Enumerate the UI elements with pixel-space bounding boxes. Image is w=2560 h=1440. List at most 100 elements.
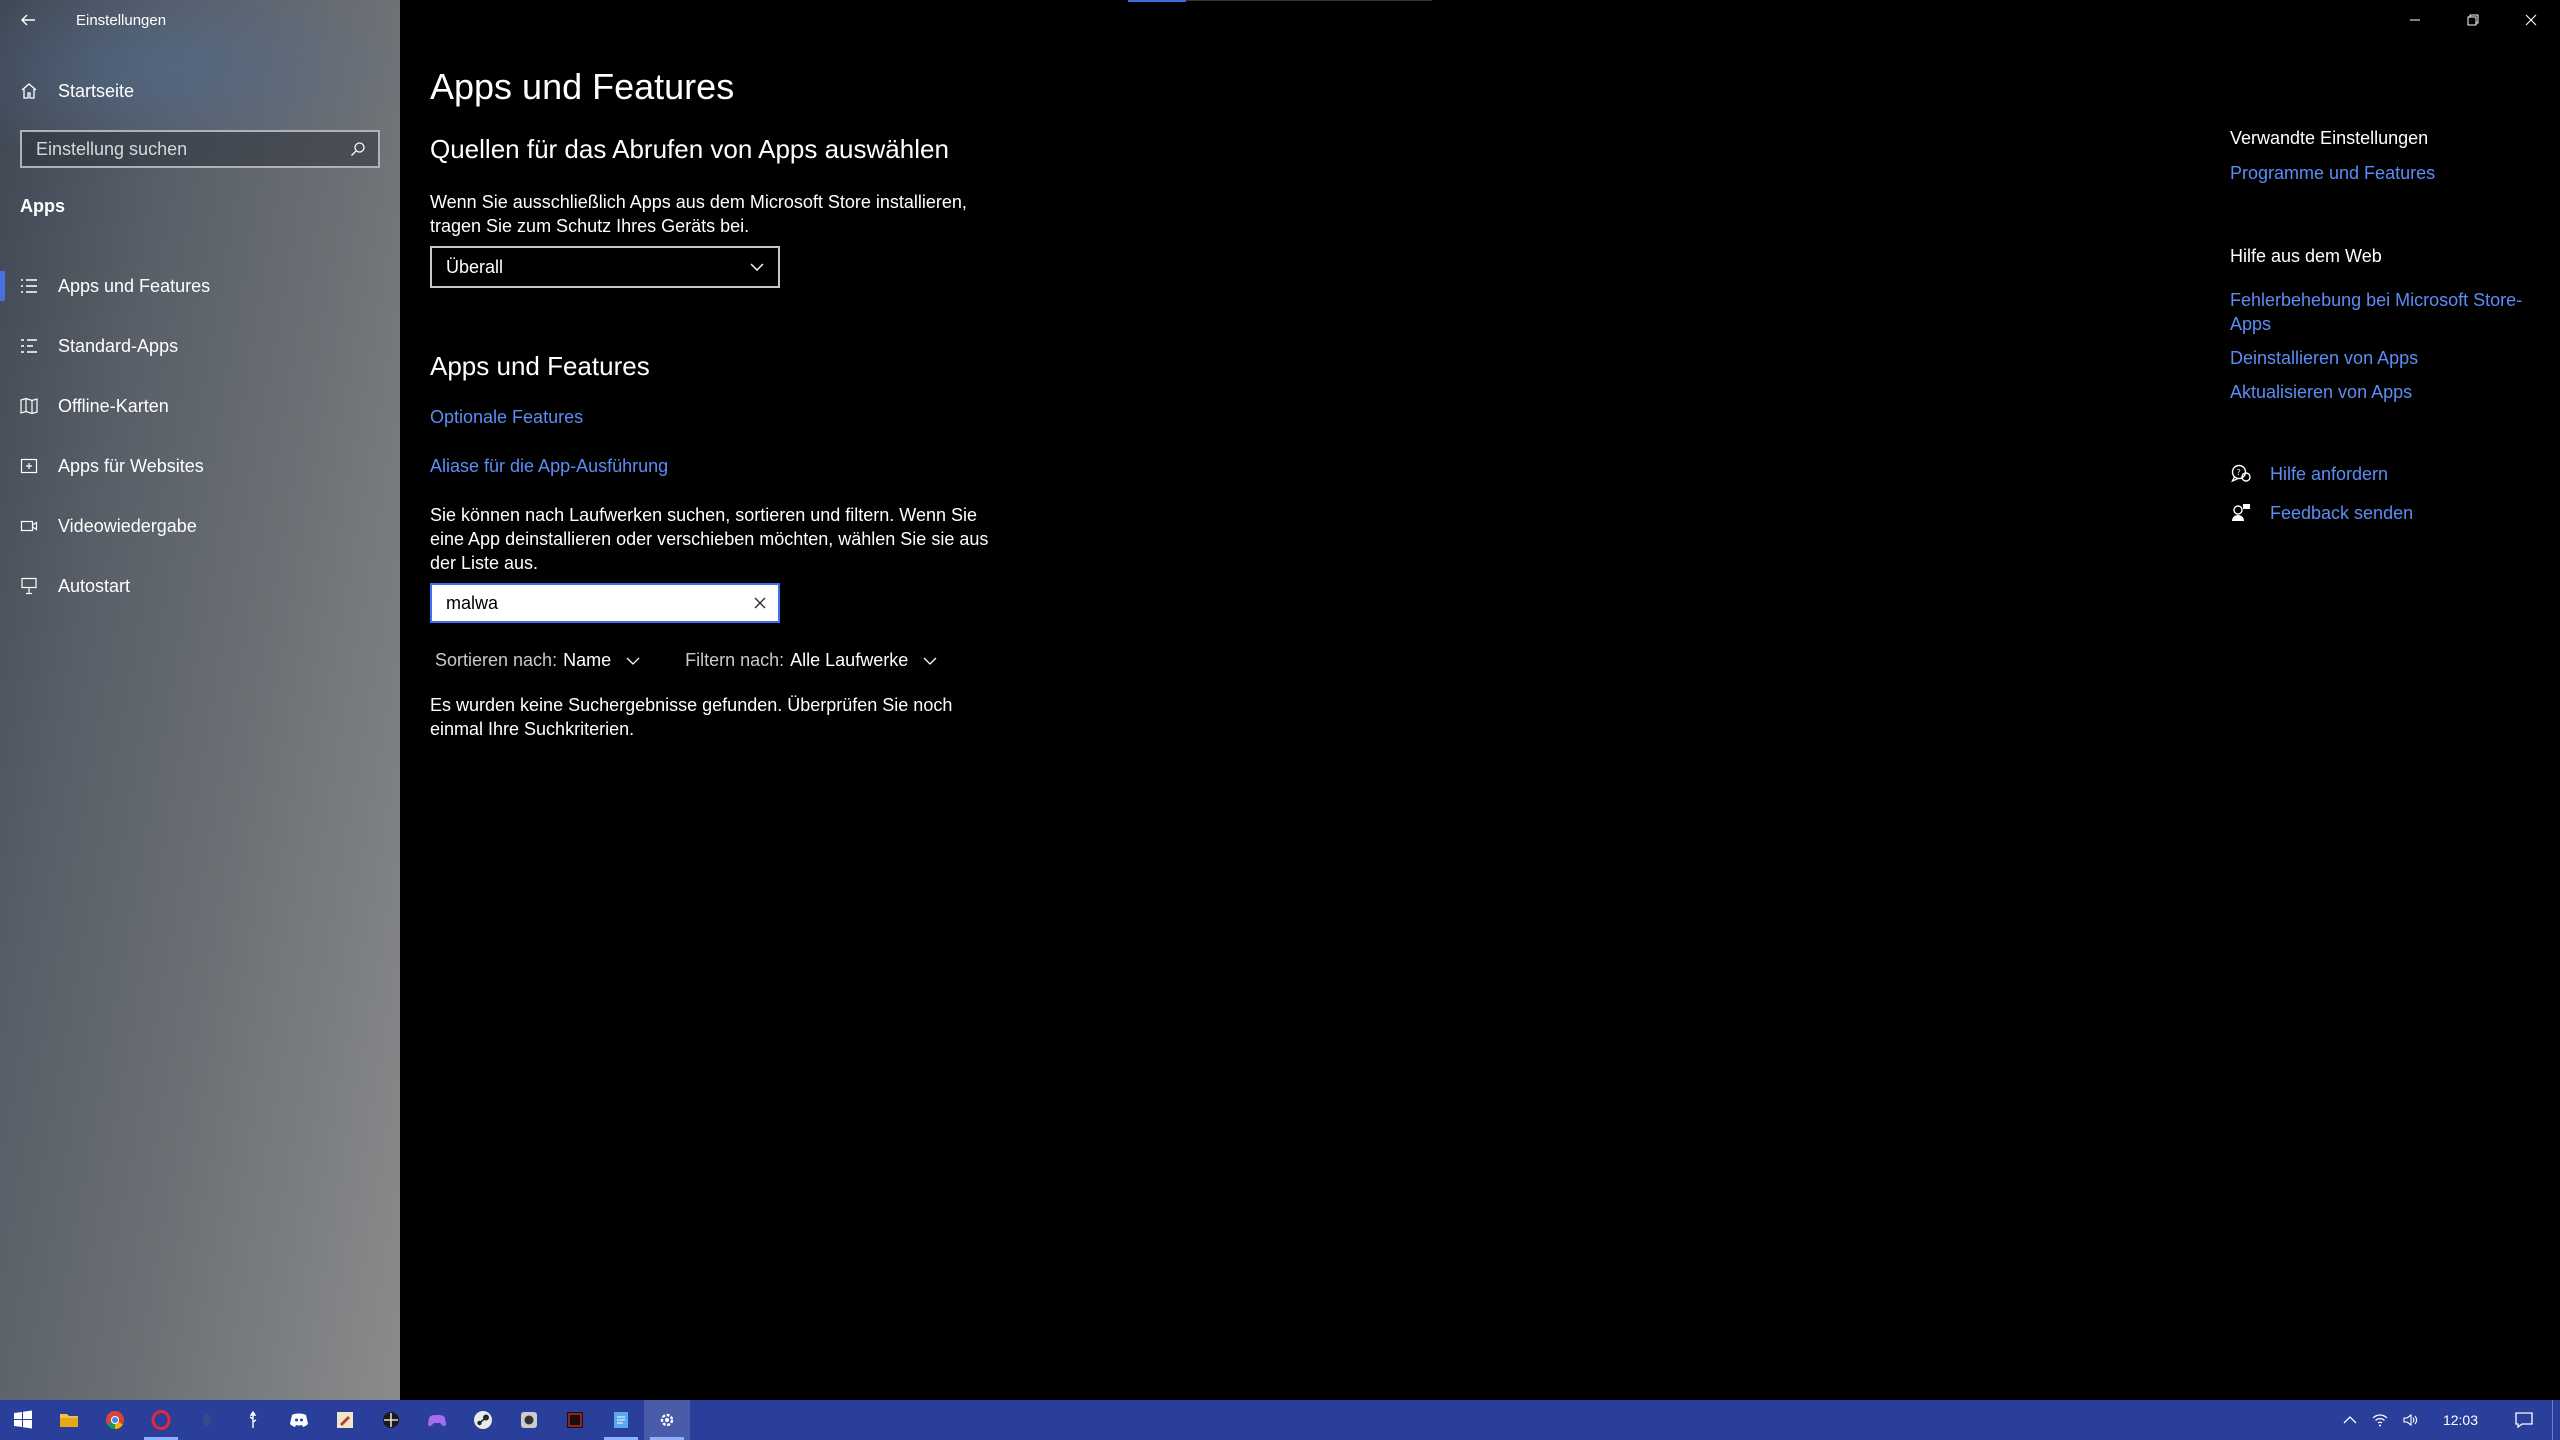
settings-search[interactable] <box>20 130 380 168</box>
send-feedback-label: Feedback senden <box>2270 502 2414 523</box>
taskbar-paint[interactable] <box>322 1400 368 1440</box>
settings-search-input[interactable] <box>36 138 336 160</box>
taskbar-clock[interactable]: 12:03 <box>2425 1412 2496 1428</box>
taskbar-hub[interactable] <box>368 1400 414 1440</box>
feedback-icon <box>2232 504 2250 521</box>
default-apps-icon <box>21 339 37 353</box>
discord-icon <box>290 1413 308 1427</box>
programs-features-link[interactable]: Programme und Features <box>2230 161 2530 185</box>
sources-heading: Quellen für das Abrufen von Apps auswähl… <box>430 134 949 164</box>
hub-icon <box>383 1412 399 1428</box>
sort-dropdown[interactable]: Sortieren nach: Name <box>435 650 641 671</box>
speaker-icon <box>2403 1413 2418 1427</box>
page-title: Apps und Features <box>430 66 735 107</box>
show-desktop-button[interactable] <box>2552 1400 2560 1440</box>
update-apps-link[interactable]: Aktualisieren von Apps <box>2230 380 2530 404</box>
sidebar-item-label: Autostart <box>58 575 131 596</box>
gamepad-icon <box>428 1415 446 1427</box>
notification-icon <box>2515 1412 2533 1429</box>
system-tray: 12:03 <box>2335 1400 2560 1440</box>
taskbar-notepad[interactable] <box>598 1400 644 1440</box>
tray-overflow-button[interactable] <box>2335 1400 2365 1440</box>
notepad-icon <box>614 1412 628 1428</box>
app-search-input[interactable] <box>446 592 736 614</box>
chevron-up-icon <box>2343 1416 2357 1424</box>
dropdown-value: Überall <box>446 256 504 277</box>
sidebar-item-default-apps[interactable]: Standard-Apps <box>0 316 400 376</box>
filter-dropdown[interactable]: Filtern nach: Alle Laufwerke <box>685 650 938 671</box>
opera-icon <box>151 1410 171 1430</box>
sidebar-item-apps-features[interactable]: Apps und Features <box>0 256 400 316</box>
taskbar-file-explorer[interactable] <box>46 1400 92 1440</box>
uninstall-apps-link[interactable]: Deinstallieren von Apps <box>2230 346 2530 370</box>
main-content: Apps und Features Quellen für das Abrufe… <box>430 0 1530 1400</box>
get-help-link[interactable]: ? Hilfe anfordern <box>2230 463 2388 485</box>
sidebar-item-startup[interactable]: Autostart <box>0 556 400 616</box>
start-button[interactable] <box>0 1400 46 1440</box>
related-panel: Verwandte Einstellungen Programme und Fe… <box>2230 0 2550 1400</box>
map-icon <box>20 397 38 415</box>
sort-value: Name <box>563 650 612 670</box>
chevron-down-icon <box>923 657 937 665</box>
taskbar-opera[interactable] <box>138 1400 184 1440</box>
filter-value: Alle Laufwerke <box>790 650 909 670</box>
chrome-icon <box>106 1411 124 1429</box>
taskbar-chrome[interactable] <box>92 1400 138 1440</box>
sidebar-item-video-playback[interactable]: Videowiedergabe <box>0 496 400 556</box>
web-help-heading: Hilfe aus dem Web <box>2230 246 2382 266</box>
taskbar-settings[interactable] <box>644 1400 690 1440</box>
related-settings-heading: Verwandte Einstellungen <box>2230 128 2429 148</box>
usb-icon <box>249 1410 257 1428</box>
clear-search-icon[interactable] <box>752 595 768 611</box>
taskbar-usb[interactable] <box>230 1400 276 1440</box>
sidebar-item-label: Standard-Apps <box>58 335 179 356</box>
back-button[interactable] <box>0 0 56 40</box>
chevron-down-icon <box>750 263 764 271</box>
sidebar-item-web-apps[interactable]: Apps für Websites <box>0 436 400 496</box>
wifi-icon <box>2372 1414 2388 1427</box>
home-icon <box>21 83 37 99</box>
home-label: Startseite <box>58 80 135 101</box>
store-troubleshoot-link[interactable]: Fehlerbehebung bei Microsoft Store-Apps <box>2230 288 2530 336</box>
taskbar-app[interactable] <box>184 1400 230 1440</box>
app-aliases-link[interactable]: Aliase für die App-Ausführung <box>430 456 668 477</box>
web-apps-icon <box>20 458 38 474</box>
sidebar-item-label: Apps und Features <box>58 275 211 296</box>
svg-text:?: ? <box>2237 468 2241 477</box>
get-help-label: Hilfe anfordern <box>2270 463 2389 484</box>
taskbar-dark-app[interactable] <box>552 1400 598 1440</box>
send-feedback-link[interactable]: Feedback senden <box>2230 502 2413 524</box>
no-results-message: Es wurden keine Suchergebnisse gefunden.… <box>430 695 953 739</box>
taskbar-discord[interactable] <box>276 1400 322 1440</box>
paint-icon <box>337 1412 353 1428</box>
file-explorer-icon <box>60 1414 78 1427</box>
app-sources-dropdown[interactable]: Überall <box>430 246 780 288</box>
taskbar-steam[interactable] <box>460 1400 506 1440</box>
taskbar: 12:03 <box>0 1400 2560 1440</box>
sidebar-item-offline-maps[interactable]: Offline-Karten <box>0 376 400 436</box>
taskbar-gamepad[interactable] <box>414 1400 460 1440</box>
network-button[interactable] <box>2365 1400 2395 1440</box>
apps-description: Sie können nach Laufwerken suchen, sorti… <box>430 505 989 573</box>
app-icon <box>203 1414 211 1426</box>
camera-app-icon <box>521 1412 537 1428</box>
sort-label: Sortieren nach: <box>435 650 558 670</box>
window-title: Einstellungen <box>76 11 167 29</box>
optional-features-link[interactable]: Optionale Features <box>430 407 583 428</box>
sidebar-item-label: Apps für Websites <box>58 455 204 476</box>
windows-start-icon <box>14 1410 32 1429</box>
taskbar-camera-app[interactable] <box>506 1400 552 1440</box>
sidebar-item-label: Videowiedergabe <box>58 515 197 536</box>
settings-icon <box>660 1413 674 1427</box>
startup-icon <box>21 577 37 595</box>
volume-button[interactable] <box>2395 1400 2425 1440</box>
search-icon[interactable] <box>350 141 366 157</box>
sidebar-item-label: Offline-Karten <box>58 395 169 416</box>
home-link[interactable]: Startseite <box>20 76 134 106</box>
action-center-button[interactable] <box>2496 1400 2552 1440</box>
video-icon <box>20 520 38 532</box>
chevron-down-icon <box>626 657 640 665</box>
sidebar: Einstellungen Startseite Apps Apps und F… <box>0 0 400 1400</box>
app-list-search[interactable] <box>430 583 780 623</box>
steam-icon <box>474 1411 492 1429</box>
